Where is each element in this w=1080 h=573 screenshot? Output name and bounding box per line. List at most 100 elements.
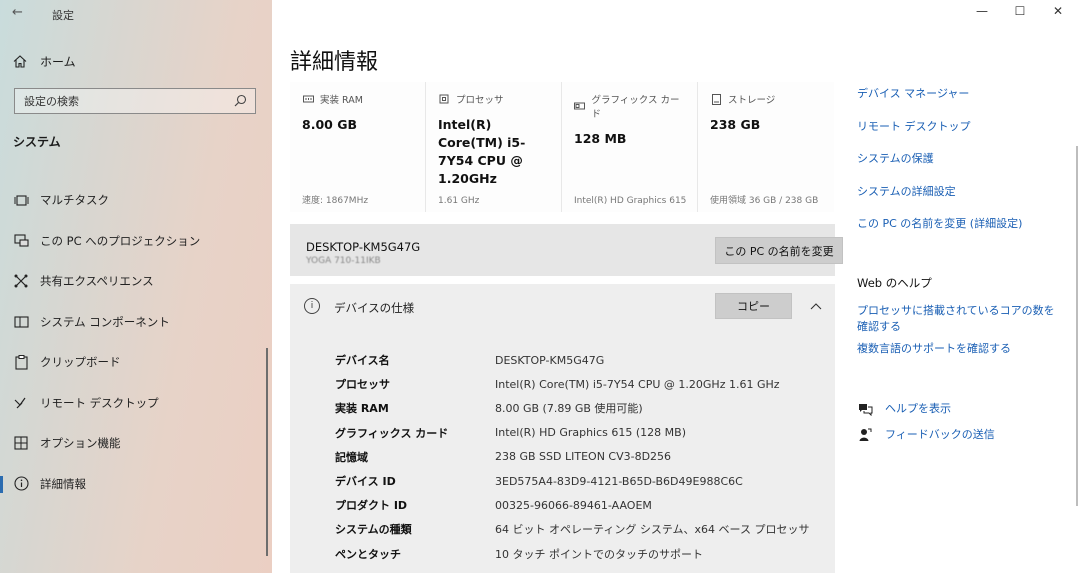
main-scrollbar[interactable] <box>1076 146 1078 506</box>
spec-key: システムの種類 <box>335 523 412 537</box>
sidebar-item-shared-experience[interactable]: 共有エクスペリエンス <box>0 261 268 302</box>
spec-key: ペンとタッチ <box>335 547 401 561</box>
back-arrow-icon[interactable]: ← <box>12 5 26 21</box>
help-chat-icon <box>857 401 873 417</box>
sidebar-item-optional-features[interactable]: オプション機能 <box>0 423 268 464</box>
sidebar-item-clipboard[interactable]: クリップボード <box>0 342 268 383</box>
card-subtext: Intel(R) HD Graphics 615 <box>574 196 687 206</box>
spec-value: DESKTOP-KM5G47G <box>495 353 605 367</box>
sidebar-item-label: システム コンポーネント <box>40 314 170 329</box>
spec-row: プロダクト ID 00325-96066-89461-AAOEM <box>335 493 809 517</box>
spec-key: グラフィックス カード <box>335 426 449 440</box>
spec-value: 10 タッチ ポイントでのタッチのサポート <box>495 547 703 561</box>
sidebar-item-system-components[interactable]: システム コンポーネント <box>0 302 268 343</box>
pc-name-panel: DESKTOP-KM5G47G YOGA 710-11IKB この PC の名前… <box>290 224 843 276</box>
remote-desktop-icon <box>13 395 29 411</box>
shared-experience-icon <box>13 273 29 289</box>
system-protection-link[interactable]: システムの保護 <box>857 151 1067 184</box>
spec-value: 238 GB SSD LITEON CV3-8D256 <box>495 450 672 464</box>
language-support-help-link[interactable]: 複数言語のサポートを確認する <box>857 341 1062 357</box>
page-title: 詳細情報 <box>290 50 379 75</box>
sidebar-item-about[interactable]: 詳細情報 <box>0 464 268 505</box>
show-help-link[interactable]: ヘルプを表示 <box>857 396 995 422</box>
card-subtext: 使用領域 36 GB / 238 GB <box>710 196 819 206</box>
spec-key: 実装 RAM <box>335 402 389 416</box>
sidebar-item-projection[interactable]: この PC へのプロジェクション <box>0 221 268 262</box>
search-input[interactable] <box>24 94 224 108</box>
sidebar-item-label: この PC へのプロジェクション <box>40 233 201 248</box>
storage-icon <box>710 93 722 105</box>
search-icon[interactable] <box>234 94 248 108</box>
spec-key: プロダクト ID <box>335 499 408 513</box>
sidebar-item-home[interactable]: ホーム <box>12 50 252 72</box>
sidebar-item-label: クリップボード <box>40 355 121 370</box>
sidebar-item-label: 詳細情報 <box>40 476 86 491</box>
related-settings: デバイス マネージャー リモート デスクトップ システムの保護 システムの詳細設… <box>857 86 1067 249</box>
card-label: グラフィックス カード <box>591 95 680 120</box>
sidebar-item-label: 共有エクスペリエンス <box>40 274 154 289</box>
spec-key: 記憶域 <box>335 450 368 464</box>
cpu-cores-help-link[interactable]: プロセッサに搭載されているコアの数を確認する <box>857 303 1062 335</box>
spec-row: 実装 RAM 8.00 GB (7.89 GB 使用可能) <box>335 396 809 420</box>
app-title: 設定 <box>52 9 74 22</box>
info-icon: i <box>304 298 320 314</box>
spec-key: プロセッサ <box>335 378 390 392</box>
spec-value: 8.00 GB (7.89 GB 使用可能) <box>495 402 643 416</box>
card-subtext: 1.61 GHz <box>438 196 480 206</box>
web-help-links: プロセッサに搭載されているコアの数を確認する 複数言語のサポートを確認する <box>857 303 1062 363</box>
settings-search-box[interactable] <box>14 88 256 114</box>
spec-row: 記憶域 238 GB SSD LITEON CV3-8D256 <box>335 445 809 469</box>
spec-value: Intel(R) HD Graphics 615 (128 MB) <box>495 426 686 440</box>
ram-icon <box>302 94 314 104</box>
spec-value: 64 ビット オペレーティング システム、x64 ベース プロセッサ <box>495 523 810 537</box>
device-spec-header[interactable]: i デバイスの仕様 コピー <box>290 284 835 330</box>
graphics-card-icon <box>574 101 586 111</box>
rename-pc-button[interactable]: この PC の名前を変更 <box>715 237 843 264</box>
spec-key: デバイス名 <box>335 354 390 368</box>
section-title: システム <box>13 135 61 149</box>
processor-card: プロセッサ Intel(R) Core(TM) i5-7Y54 CPU @ 1.… <box>426 82 562 212</box>
home-icon <box>12 53 28 69</box>
feedback-person-icon <box>857 427 873 443</box>
sidebar-item-remote-desktop[interactable]: リモート デスクトップ <box>0 383 268 424</box>
web-help-title: Web のヘルプ <box>857 276 932 290</box>
chevron-up-icon[interactable] <box>809 296 825 310</box>
copy-button[interactable]: コピー <box>715 293 792 319</box>
rename-pc-advanced-link[interactable]: この PC の名前を変更 (詳細設定) <box>857 216 1067 249</box>
feedback-link[interactable]: フィードバックの送信 <box>857 422 995 448</box>
device-manager-link[interactable]: デバイス マネージャー <box>857 86 1067 119</box>
assist-links: ヘルプを表示 フィードバックの送信 <box>857 396 995 448</box>
title-bar: ← 設定 <box>0 0 272 28</box>
spec-row: ペンとタッチ 10 タッチ ポイントでのタッチのサポート <box>335 542 809 566</box>
close-icon[interactable]: ✕ <box>1048 4 1068 18</box>
info-icon <box>13 476 29 492</box>
sidebar-item-multitask[interactable]: マルチタスク <box>0 180 268 221</box>
spec-row: グラフィックス カード Intel(R) HD Graphics 615 (128… <box>335 421 809 445</box>
spec-value: 00325-96066-89461-AAOEM <box>495 498 652 512</box>
card-value: Intel(R) Core(TM) i5-7Y54 CPU @ 1.20GHz <box>438 117 526 186</box>
advanced-system-settings-link[interactable]: システムの詳細設定 <box>857 184 1067 217</box>
multitask-icon <box>13 192 29 208</box>
spec-key: デバイス ID <box>335 475 396 489</box>
sidebar-item-label: リモート デスクトップ <box>40 395 159 410</box>
spec-cards: 実装 RAM 8.00 GB 速度: 1867MHz プロセッサ Intel(R… <box>290 82 835 212</box>
system-components-icon <box>13 314 29 330</box>
clipboard-icon <box>13 354 29 370</box>
projection-icon <box>13 233 29 249</box>
card-label: ストレージ <box>728 95 776 106</box>
pc-model: YOGA 710-11IKB <box>306 256 381 266</box>
graphics-card: グラフィックス カード 128 MB Intel(R) HD Graphics … <box>562 82 698 212</box>
device-spec-panel: i デバイスの仕様 コピー デバイス名 DESKTOP-KM5G47G プロセッサ… <box>290 284 835 573</box>
device-spec-table: デバイス名 DESKTOP-KM5G47G プロセッサ Intel(R) Core(… <box>335 348 809 566</box>
sidebar-item-label: オプション機能 <box>40 436 121 451</box>
sidebar: ← 設定 ホーム システム マルチタスク この PC へのプロジェクション <box>0 0 272 573</box>
feedback-label: フィードバックの送信 <box>885 428 995 441</box>
card-subtext: 速度: 1867MHz <box>302 196 369 206</box>
remote-desktop-link[interactable]: リモート デスクトップ <box>857 119 1067 152</box>
card-value: 238 GB <box>710 117 761 132</box>
sidebar-scrollbar[interactable] <box>266 348 268 556</box>
maximize-icon[interactable]: ☐ <box>1010 4 1030 18</box>
minimize-icon[interactable]: — <box>972 4 992 18</box>
processor-icon <box>438 94 450 104</box>
show-help-label: ヘルプを表示 <box>885 402 951 415</box>
